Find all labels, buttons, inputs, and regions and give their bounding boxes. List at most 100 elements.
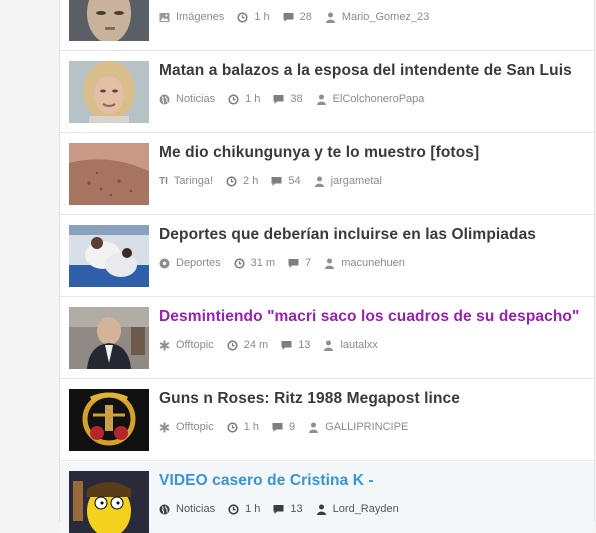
comment-icon xyxy=(288,258,299,268)
post-time: 1 h xyxy=(237,11,270,23)
post-title[interactable]: Matan a balazos a la esposa del intenden… xyxy=(159,62,587,80)
comment-icon xyxy=(273,94,284,104)
author-name: macunehuen xyxy=(341,257,405,269)
post-title[interactable]: Deportes que deberían incluirse en las O… xyxy=(159,226,587,244)
post-comments[interactable]: 13 xyxy=(281,339,310,351)
comments-count: 54 xyxy=(288,175,301,187)
comments-count: 28 xyxy=(299,11,312,23)
post-author[interactable]: ElColchoneroPapa xyxy=(316,93,425,105)
category-label: Taringa! xyxy=(173,175,214,187)
post-author[interactable]: macunehuen xyxy=(324,257,405,269)
clock-icon xyxy=(228,503,239,515)
post-thumbnail[interactable] xyxy=(69,389,149,451)
time-label: 2 h xyxy=(243,175,259,187)
post-category[interactable]: Imágenes xyxy=(159,11,224,23)
post-category[interactable]: TI Taringa! xyxy=(159,175,213,187)
post-author[interactable]: Mario_Gomez_23 xyxy=(325,11,429,23)
author-name: Lord_Rayden xyxy=(332,503,399,515)
post-meta: Imágenes 1 h 28 Mario_Gomez_23 xyxy=(159,10,442,24)
time-label: 1 h xyxy=(245,93,261,105)
user-icon xyxy=(316,504,326,515)
comment-icon xyxy=(283,12,294,22)
post-category[interactable]: Offtopic xyxy=(159,421,214,433)
post-time: 2 h xyxy=(226,175,258,187)
post-thumbnail[interactable] xyxy=(69,307,149,369)
post-category[interactable]: Noticias xyxy=(159,93,215,105)
clock-icon xyxy=(227,421,238,433)
post-comments[interactable]: 13 xyxy=(273,503,303,515)
list-item[interactable]: Desmintiendo "macri saco los cuadros de … xyxy=(60,298,594,379)
comments-count: 13 xyxy=(290,503,303,515)
post-thumbnail[interactable] xyxy=(69,471,149,533)
globe-icon xyxy=(159,94,170,104)
category-label: Offtopic xyxy=(176,339,214,351)
comments-count: 7 xyxy=(305,257,312,269)
post-thumbnail[interactable] xyxy=(69,61,149,123)
author-name: Mario_Gomez_23 xyxy=(341,11,430,23)
post-meta: Deportes 31 m 7 macunehuen xyxy=(159,256,418,270)
post-meta: Noticias 1 h 13 Lord_Rayden xyxy=(159,502,412,516)
category-label: Noticias xyxy=(176,93,216,105)
post-comments[interactable]: 9 xyxy=(272,421,295,433)
time-label: 1 h xyxy=(245,503,261,515)
post-comments[interactable]: 54 xyxy=(271,175,301,187)
comments-count: 9 xyxy=(289,421,296,433)
post-time: 24 m xyxy=(227,339,268,351)
post-meta: Offtopic 1 h 9 GALLIPRINCIPE xyxy=(159,420,421,434)
asterisk-icon xyxy=(159,422,170,432)
time-label: 1 h xyxy=(254,11,270,23)
globe-icon xyxy=(159,504,170,514)
list-item[interactable]: Matan a balazos a la esposa del intenden… xyxy=(60,52,594,133)
post-thumbnail[interactable] xyxy=(69,0,149,41)
author-name: jargametal xyxy=(330,175,382,187)
post-comments[interactable]: 28 xyxy=(283,11,312,23)
clock-icon xyxy=(226,175,237,187)
post-title[interactable]: VIDEO casero de Cristina K - xyxy=(159,472,587,490)
post-title[interactable]: Guns n Roses: Ritz 1988 Megapost lince xyxy=(159,390,587,408)
post-comments[interactable]: 7 xyxy=(288,257,311,269)
post-author[interactable]: GALLIPRINCIPE xyxy=(308,421,408,433)
post-category[interactable]: Deportes xyxy=(159,257,221,269)
post-author[interactable]: jargametal xyxy=(314,175,382,187)
post-category[interactable]: Offtopic xyxy=(159,339,214,351)
list-item[interactable]: Me dio chikungunya y te lo muestro [foto… xyxy=(60,134,594,215)
soccer-ball-icon xyxy=(159,258,170,268)
post-time: 1 h xyxy=(227,421,259,433)
comments-count: 13 xyxy=(298,339,311,351)
category-label: Noticias xyxy=(176,503,216,515)
category-label: Deportes xyxy=(176,257,221,269)
user-icon xyxy=(309,422,319,433)
post-meta: Offtopic 24 m 13 lautalxx xyxy=(159,338,391,352)
time-label: 24 m xyxy=(243,339,269,351)
comments-count: 38 xyxy=(290,93,303,105)
list-item[interactable]: Imágenes 1 h 28 Mario_Gomez_23 xyxy=(60,0,594,51)
post-title[interactable]: Desmintiendo "macri saco los cuadros de … xyxy=(159,308,587,326)
clock-icon xyxy=(228,93,239,105)
post-thumbnail[interactable] xyxy=(69,225,149,287)
post-time: 1 h xyxy=(228,93,260,105)
comment-icon xyxy=(271,176,282,186)
image-icon xyxy=(159,12,170,22)
post-feed: Imágenes 1 h 28 Mario_Gomez_23 Matan a b… xyxy=(59,0,595,533)
post-author[interactable]: lautalxx xyxy=(323,339,378,351)
post-time: 1 h xyxy=(228,503,260,515)
post-title[interactable]: Me dio chikungunya y te lo muestro [foto… xyxy=(159,144,587,162)
taringa-icon: TI xyxy=(159,175,168,187)
post-category[interactable]: Noticias xyxy=(159,503,215,515)
category-label: Offtopic xyxy=(176,421,214,433)
author-name: ElColchoneroPapa xyxy=(332,93,425,105)
list-item[interactable]: Guns n Roses: Ritz 1988 Megapost lince O… xyxy=(60,380,594,461)
post-comments[interactable]: 38 xyxy=(273,93,303,105)
list-item[interactable]: Deportes que deberían incluirse en las O… xyxy=(60,216,594,297)
post-meta: Noticias 1 h 38 ElColchoneroPapa xyxy=(159,92,437,106)
comment-icon xyxy=(273,504,284,514)
post-time: 31 m xyxy=(234,257,275,269)
user-icon xyxy=(325,12,335,23)
clock-icon xyxy=(227,339,238,351)
comment-icon xyxy=(281,340,292,350)
post-author[interactable]: Lord_Rayden xyxy=(316,503,399,515)
post-meta: TI Taringa! 2 h 54 jargametal xyxy=(159,174,395,188)
time-label: 31 m xyxy=(250,257,276,269)
post-thumbnail[interactable] xyxy=(69,143,149,205)
clock-icon xyxy=(234,257,245,269)
